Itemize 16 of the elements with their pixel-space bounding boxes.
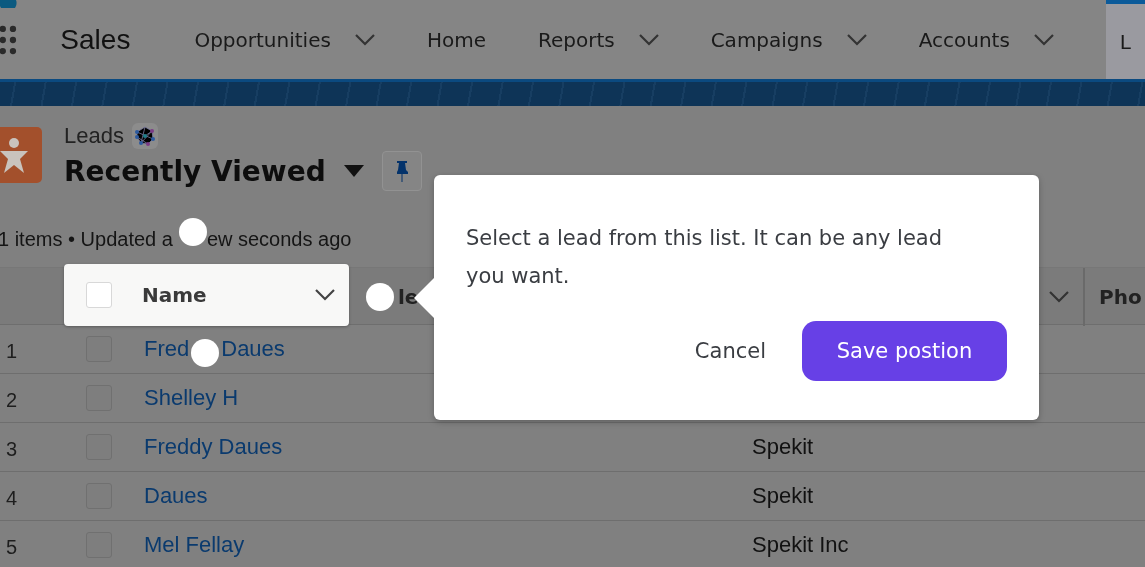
company-text: Spekit Inc	[752, 532, 849, 558]
row-number: 4	[6, 486, 18, 510]
column-label: Name	[142, 283, 208, 307]
row-number: 5	[6, 535, 18, 559]
company-text: Spekit	[752, 483, 814, 509]
column-label: le	[398, 285, 419, 309]
row-number: 1	[6, 339, 18, 363]
popover-message: Select a lead from this list. It can be any lead you want.	[466, 225, 944, 290]
object-label: Leads	[64, 123, 124, 149]
row-number: 3	[6, 437, 18, 461]
list-status-text: 1 items • Updated a	[0, 227, 173, 251]
app-name: Sales	[60, 23, 131, 56]
list-status-text: ew seconds ago	[206, 227, 352, 251]
column-label: Pho	[1099, 285, 1142, 309]
company-text: Spekit	[752, 434, 814, 460]
row-number: 2	[6, 388, 18, 412]
